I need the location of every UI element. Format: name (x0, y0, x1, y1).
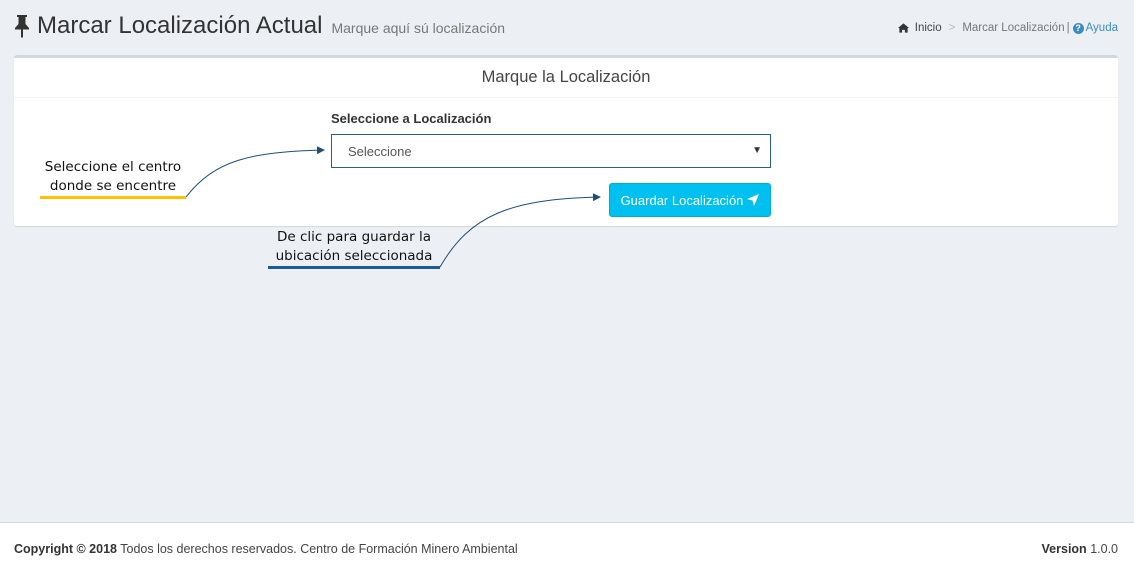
location-select-value: Seleccione (348, 144, 412, 159)
breadcrumb-divider: | (1066, 22, 1070, 34)
thumbtack-icon (15, 15, 29, 38)
copyright-label: Copyright © 2018 (14, 542, 117, 556)
location-box: Marque la Localización Seleccione a Loca… (14, 55, 1118, 226)
page-subtitle: Marque aquí sú localización (331, 20, 506, 36)
box-header: Marque la Localización (14, 58, 1118, 98)
box-title: Marque la Localización (481, 68, 651, 86)
copyright-text: Todos los derechos reservados. Centro de… (120, 542, 518, 556)
question-circle-icon: ? (1072, 22, 1084, 34)
annotation-underline-2 (268, 266, 440, 269)
footer-version: Version 1.0.0 (1042, 542, 1118, 556)
breadcrumb-home-link[interactable]: Inicio (915, 22, 942, 34)
location-arrow-icon (747, 194, 760, 206)
annotation-save-hint: De clic para guardar la ubicación selecc… (275, 229, 433, 264)
annotation-select-hint: Seleccione el centro donde se encentre (44, 159, 182, 194)
location-select-label: Seleccione a Localización (331, 111, 492, 126)
page-title: Marcar Localización Actual (37, 12, 323, 39)
breadcrumb-separator: > (948, 22, 956, 34)
footer: Copyright © 2018 Todos los derechos rese… (0, 522, 1134, 574)
location-select[interactable]: Seleccione ▼ (331, 134, 771, 168)
help-link[interactable]: ? Ayuda (1072, 22, 1118, 34)
version-value: 1.0.0 (1090, 542, 1118, 556)
caret-down-icon: ▼ (752, 145, 762, 156)
save-location-label: Guardar Localización (620, 192, 744, 208)
page-title-group: Marcar Localización Actual Marque aquí s… (13, 12, 505, 40)
footer-copyright: Copyright © 2018 Todos los derechos rese… (14, 542, 518, 556)
home-icon (897, 23, 909, 33)
content-header: Marcar Localización Actual Marque aquí s… (0, 0, 1134, 56)
version-label: Version (1041, 542, 1087, 556)
breadcrumb: Inicio > Marcar Localización | ? Ayuda (897, 22, 1118, 34)
breadcrumb-current: Marcar Localización (962, 22, 1065, 34)
save-location-button[interactable]: Guardar Localización (609, 183, 771, 217)
annotation-underline-1 (40, 196, 186, 199)
help-label: Ayuda (1085, 22, 1118, 34)
